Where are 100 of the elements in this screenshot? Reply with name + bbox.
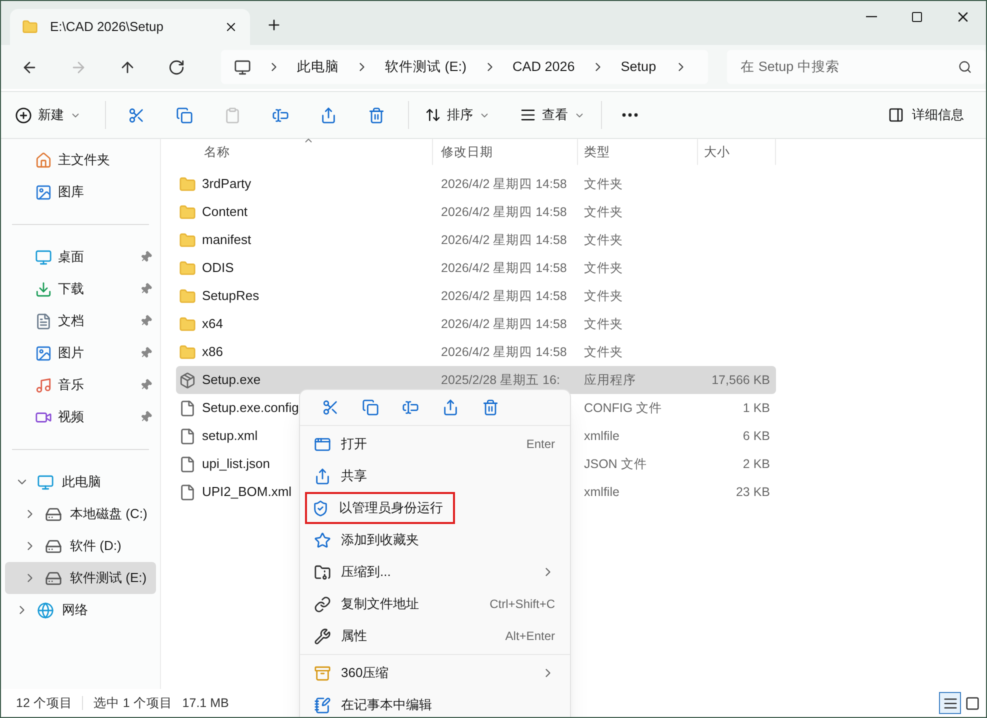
sidebar-item[interactable]: 下载 — [5, 273, 156, 305]
sidebar-item[interactable]: 软件 (D:) — [5, 530, 156, 562]
sidebar-label: 桌面 — [58, 248, 84, 266]
breadcrumb-item[interactable]: Setup — [620, 56, 656, 78]
sidebar-label: 此电脑 — [62, 473, 101, 492]
shortcut-label: Alt+Enter — [505, 628, 555, 645]
share-icon — [320, 106, 336, 124]
file-name: SetupRes — [202, 287, 260, 306]
file-size: 17,566 KB — [712, 372, 770, 387]
sidebar-item[interactable]: 文档 — [5, 305, 156, 337]
search-icon — [958, 60, 972, 74]
column-header[interactable]: 名称 — [176, 139, 433, 165]
drive-icon — [45, 506, 62, 522]
modified-date: 2026/4/2 星期四 14:58 — [441, 260, 567, 275]
folder-icon — [22, 19, 38, 35]
column-header[interactable]: 类型 — [578, 139, 698, 165]
file-name: x86 — [202, 343, 223, 362]
window-icon — [314, 436, 331, 452]
sidebar-item[interactable]: 图库 — [5, 176, 156, 208]
menu-item[interactable]: 压缩到... — [305, 556, 565, 588]
menu-item[interactable]: 在记事本中编辑 — [305, 689, 565, 717]
sidebar-item[interactable]: 网络 — [5, 594, 156, 626]
menu-item[interactable]: 复制文件地址 Ctrl+Shift+C — [305, 588, 565, 620]
details-button[interactable]: 详细信息 — [880, 99, 972, 131]
sidebar-label: 软件测试 (E:) — [70, 569, 147, 588]
folder-icon — [179, 204, 196, 220]
notepad-icon — [314, 696, 331, 714]
menu-item[interactable]: 360压缩 — [305, 657, 565, 689]
file-row[interactable]: Setup.exe 2025/2/28 星期五 16: 应用程序 17,566 KB — [176, 366, 776, 394]
refresh-icon — [168, 58, 185, 76]
computer-icon — [234, 58, 251, 76]
sidebar-item[interactable]: 桌面 — [5, 241, 156, 273]
sidebar-item[interactable]: 本地磁盘 (C:) — [5, 498, 156, 530]
copy-icon — [176, 106, 192, 124]
folder-icon — [179, 260, 196, 276]
file-type: 文件夹 — [584, 204, 623, 219]
view-button[interactable]: 查看 — [512, 99, 593, 131]
column-header[interactable]: 修改日期 — [433, 139, 578, 165]
menu-item[interactable]: 打开 Enter — [305, 428, 565, 460]
file-name: 3rdParty — [202, 175, 252, 194]
path-icon — [314, 596, 331, 612]
more-icon — [622, 113, 638, 117]
sidebar-item[interactable]: 主文件夹 — [5, 144, 156, 176]
sidebar-item[interactable]: 此电脑 — [5, 466, 156, 498]
folder-icon — [179, 316, 196, 332]
modified-date: 2026/4/2 星期四 14:58 — [441, 176, 567, 191]
file-name: Setup.exe.config — [202, 399, 299, 418]
modified-date: 2026/4/2 星期四 14:58 — [441, 232, 567, 247]
network-icon — [37, 602, 54, 618]
sidebar-label: 软件 (D:) — [70, 537, 122, 556]
file-name: Setup.exe — [202, 371, 261, 390]
file-name: Content — [202, 203, 248, 222]
shortcut-label: Ctrl+Shift+C — [490, 596, 555, 613]
file-icon — [179, 400, 196, 416]
menu-item[interactable]: 以管理员身份运行 — [305, 492, 455, 524]
sidebar-label: 图库 — [58, 183, 84, 202]
gallery-icon — [35, 184, 52, 200]
folder-icon — [179, 344, 196, 360]
menu-item[interactable]: 属性 Alt+Enter — [305, 620, 565, 652]
new-tab-icon[interactable] — [266, 17, 282, 33]
breadcrumb-item[interactable]: CAD 2026 — [512, 56, 575, 78]
cut-icon — [322, 399, 338, 416]
view-toggle[interactable] — [939, 692, 961, 714]
item-count: 12 个项目 — [16, 694, 72, 712]
sidebar-item[interactable]: 软件测试 (E:) — [5, 562, 156, 594]
file-name: UPI2_BOM.xml — [202, 483, 292, 502]
modified-date: 2026/4/2 星期四 14:58 — [441, 316, 567, 331]
search-field[interactable]: 在 Setup 中搜索 — [726, 50, 986, 84]
close-tab-icon[interactable] — [224, 20, 238, 34]
tab-title: E:\CAD 2026\Setup — [50, 18, 164, 36]
column-header[interactable]: 大小 — [698, 139, 776, 165]
modified-date: 2026/4/2 星期四 14:58 — [441, 204, 567, 219]
sidebar-label: 主文件夹 — [58, 151, 110, 170]
drive-icon — [45, 570, 62, 586]
sidebar-item[interactable]: 音乐 — [5, 369, 156, 401]
file-size: 23 KB — [736, 484, 770, 499]
file-size: 2 KB — [742, 456, 770, 471]
menu-item[interactable]: 共享 — [305, 460, 565, 492]
file-icon — [179, 456, 196, 472]
archive-icon — [314, 664, 331, 682]
copy-icon — [362, 399, 378, 416]
sidebar-label: 文档 — [58, 312, 84, 330]
file-type: CONFIG 文件 — [584, 400, 662, 415]
new-button[interactable]: 新建 — [15, 99, 89, 131]
maximize-icon — [911, 11, 923, 23]
sidebar-item[interactable]: 视频 — [5, 401, 156, 433]
app-icon — [179, 372, 196, 388]
breadcrumb-item[interactable]: 软件测试 (E:) — [385, 56, 466, 78]
address-bar[interactable]: 此电脑 软件测试 (E:) CAD 2026 Setup — [221, 50, 708, 84]
sidebar-label: 网络 — [62, 601, 88, 620]
music-icon — [35, 376, 52, 394]
sort-button[interactable]: 排序 — [417, 99, 498, 131]
sidebar-item[interactable]: 图片 — [5, 337, 156, 369]
details-pane-icon — [888, 107, 904, 123]
breadcrumb-item[interactable]: 此电脑 — [297, 56, 339, 78]
search-input[interactable]: 在 Setup 中搜索 — [740, 56, 958, 78]
menu-item[interactable]: 添加到收藏夹 — [305, 524, 565, 556]
window-tab[interactable]: E:\CAD 2026\Setup — [10, 9, 250, 45]
file-name: manifest — [202, 231, 252, 250]
trash-icon — [482, 399, 498, 416]
